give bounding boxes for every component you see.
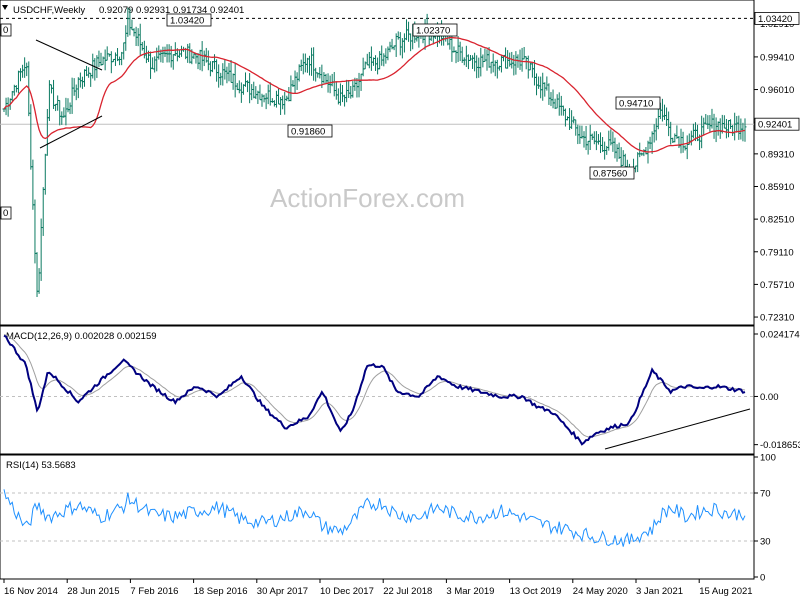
price-callout-label: 1.02370	[416, 26, 450, 37]
x-tick-label: 30 Apr 2017	[257, 586, 308, 597]
price-y-axis: 1.029100.994100.960100.926100.893100.859…	[754, 12, 800, 324]
price-callout-label: 0.87560	[593, 169, 627, 180]
x-tick-label: 24 May 2020	[573, 586, 628, 597]
x-tick-label: 3 Mar 2019	[446, 586, 494, 597]
x-tick-label: 7 Feb 2016	[130, 586, 178, 597]
symbol-label: USDCHF,Weekly	[13, 5, 85, 16]
x-tick-label: 3 Jan 2021	[636, 586, 683, 597]
left-edge-label-1: 0	[3, 25, 8, 36]
macd-y-axis: 0.024174 0.00 -0.018653	[754, 330, 800, 451]
price-tick-label: 0.89310	[760, 149, 794, 160]
price-tick-label: 0.99410	[760, 52, 794, 63]
x-tick-label: 18 Sep 2016	[194, 586, 248, 597]
rsi-tick-label: 0	[760, 573, 765, 584]
x-tick-label: 10 Dec 2017	[320, 586, 374, 597]
current-price-label: 0.92401	[758, 120, 792, 131]
price-tick-label: 0.72310	[760, 313, 794, 324]
macd-title: MACD(12,26,9) 0.002028 0.002159	[6, 331, 157, 342]
rsi-panel-frame	[0, 454, 755, 580]
price-tick-label: 0.82510	[760, 215, 794, 226]
x-tick-label: 28 Jun 2015	[67, 586, 119, 597]
price-callout-label: 1.03420	[170, 16, 204, 27]
macd-tick-label: 0.00	[760, 392, 779, 403]
top-line-label: 1.03420	[758, 14, 792, 25]
x-tick-label: 22 Jul 2018	[383, 586, 432, 597]
rsi-tick-label: 100	[760, 453, 776, 464]
rsi-y-axis: 100 70 30 0	[754, 453, 776, 584]
price-callout-label: 0.94710	[619, 99, 653, 110]
rsi-title: RSI(14) 53.5683	[6, 460, 76, 471]
price-tick-label: 0.79110	[760, 247, 794, 258]
price-panel-frame	[0, 0, 755, 326]
price-tick-label: 0.85910	[760, 182, 794, 193]
price-tick-label: 0.75710	[760, 280, 794, 291]
x-axis: 16 Nov 2014 28 Jun 2015 7 Feb 2016 18 Sep 2…	[3, 579, 753, 597]
macd-tick-label: -0.018653	[760, 440, 800, 451]
rsi-tick-label: 70	[760, 489, 771, 500]
rsi-tick-label: 30	[760, 537, 771, 548]
usdchf-weekly-chart: ActionForex.com USDCHF,Weekly 0.92079 0.…	[0, 0, 800, 597]
x-tick-label: 13 Oct 2019	[510, 586, 562, 597]
price-callout-label: 0.91860	[291, 127, 325, 138]
x-tick-label: 16 Nov 2014	[4, 586, 58, 597]
macd-tick-label: 0.024174	[760, 330, 800, 341]
x-tick-label: 15 Aug 2021	[699, 586, 752, 597]
price-tick-label: 0.96010	[760, 85, 794, 96]
left-edge-label-2: 0	[3, 208, 8, 219]
watermark: ActionForex.com	[270, 183, 465, 213]
macd-panel-frame	[0, 325, 755, 455]
